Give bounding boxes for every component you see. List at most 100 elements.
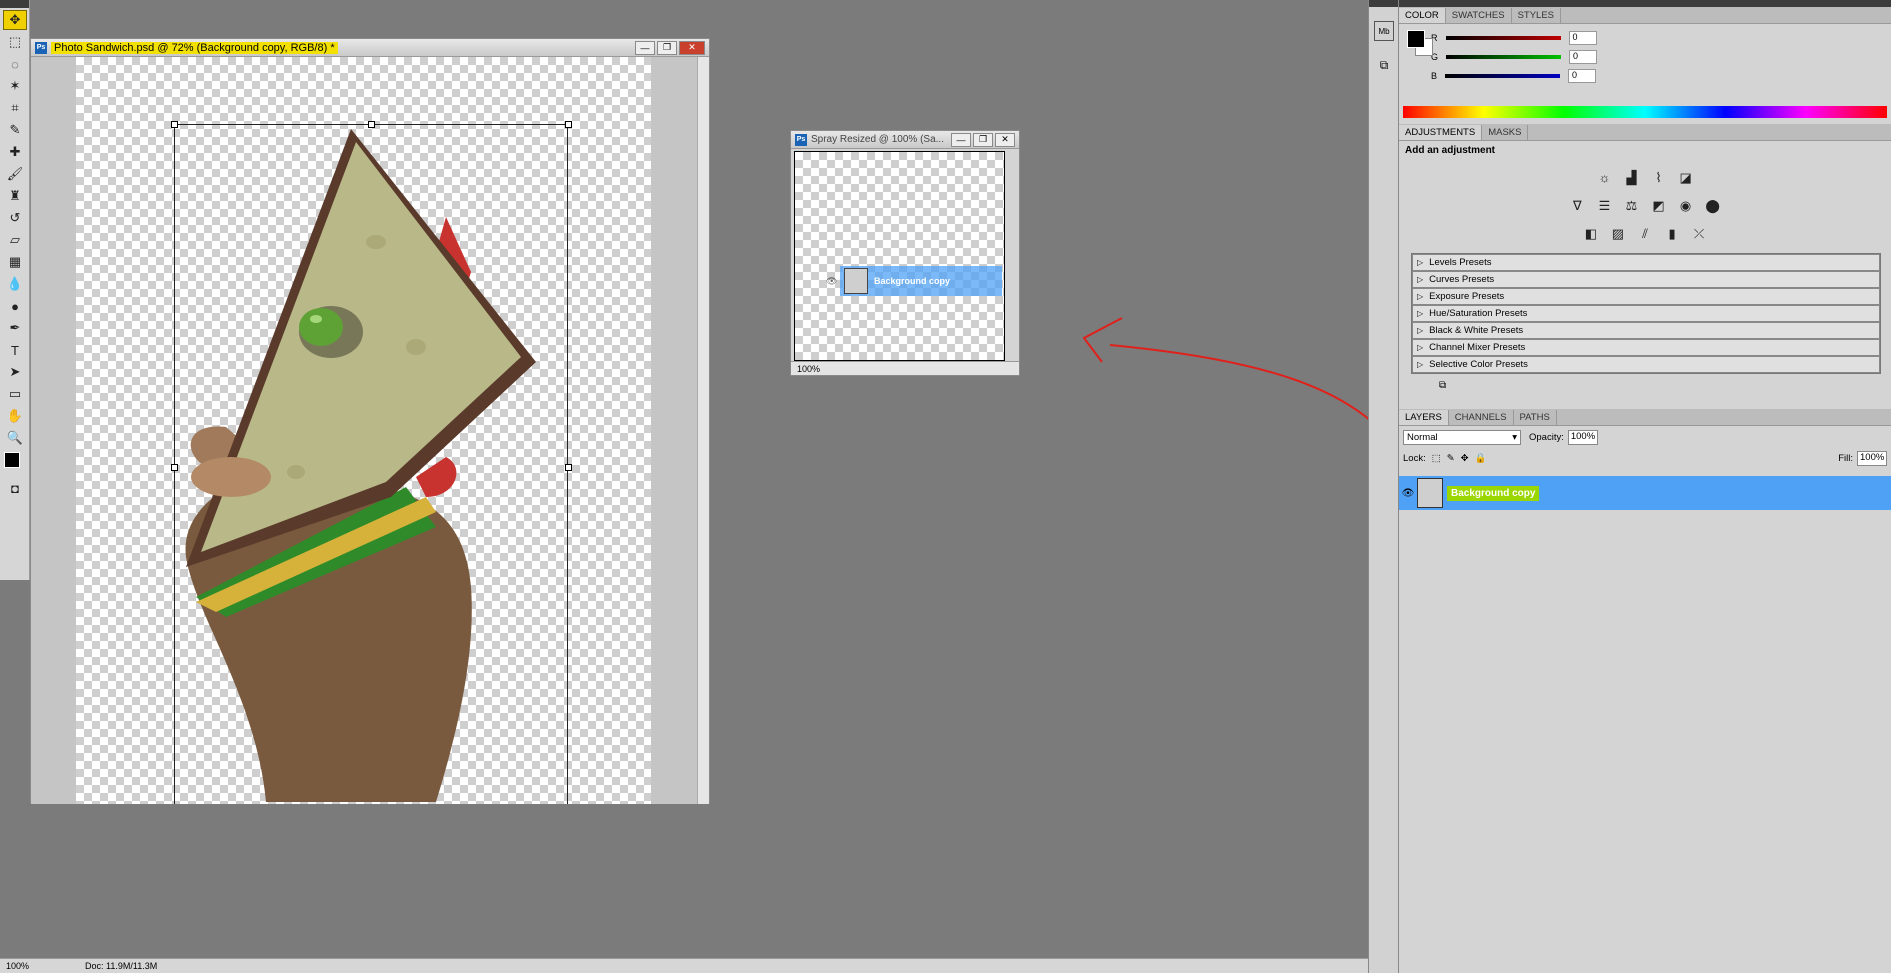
green-slider[interactable] xyxy=(1446,54,1562,59)
quick-mask-icon[interactable]: ◘ xyxy=(3,478,27,498)
document-window-photo-sandwich[interactable]: Ps Photo Sandwich.psd @ 72% (Background … xyxy=(30,38,710,804)
minimize-button[interactable]: — xyxy=(951,132,971,147)
exposure-icon[interactable]: ◪ xyxy=(1676,169,1696,187)
green-value[interactable]: 0 xyxy=(1569,49,1598,64)
preset-curves[interactable]: ▷ Curves Presets xyxy=(1412,270,1880,288)
maximize-button[interactable]: ❐ xyxy=(657,40,677,55)
preset-black-white[interactable]: ▷ Black & White Presets xyxy=(1412,321,1880,339)
fill-input[interactable]: 100% xyxy=(1857,451,1887,466)
hue-saturation-icon[interactable]: ☰ xyxy=(1594,197,1614,215)
lock-position-icon[interactable]: ✥ xyxy=(1461,453,1469,464)
document-title: Spray Resized @ 100% (Sa... xyxy=(811,134,944,145)
brightness-contrast-icon[interactable]: ☼ xyxy=(1594,168,1614,186)
clone-stamp-tool-icon[interactable]: ♜ xyxy=(3,186,27,206)
panel-dock: COLOR SWATCHES STYLES R 0 G 0 B 0 ADJUST… xyxy=(1398,0,1891,973)
eye-icon[interactable]: 👁 xyxy=(1399,488,1417,499)
path-selection-tool-icon[interactable]: ➤ xyxy=(3,362,27,382)
dragged-layer-ghost[interactable]: 👁 Background copy xyxy=(826,266,1002,296)
canvas[interactable] xyxy=(76,57,651,804)
tab-adjustments[interactable]: ADJUSTMENTS xyxy=(1399,125,1483,140)
blue-slider-row: B 0 xyxy=(1399,66,1891,85)
eraser-tool-icon[interactable]: ▱ xyxy=(3,230,27,250)
brush-tool-icon[interactable]: 🖌 xyxy=(3,164,27,184)
gradient-tool-icon[interactable]: ▦ xyxy=(3,252,27,272)
gradient-map-icon[interactable]: ▮ xyxy=(1662,225,1682,243)
magic-wand-tool-icon[interactable]: ✶ xyxy=(3,76,27,96)
levels-icon[interactable]: ▟ xyxy=(1621,169,1641,187)
document-titlebar[interactable]: Ps Photo Sandwich.psd @ 72% (Background … xyxy=(31,39,709,57)
tab-layers[interactable]: LAYERS xyxy=(1399,410,1449,425)
tab-swatches[interactable]: SWATCHES xyxy=(1446,8,1512,23)
document-title: Photo Sandwich.psd @ 72% (Background cop… xyxy=(51,41,338,54)
tab-color[interactable]: COLOR xyxy=(1399,8,1446,23)
crop-tool-icon[interactable]: ⌗ xyxy=(3,98,27,118)
zoom-tool-icon[interactable]: 🔍 xyxy=(3,428,27,448)
channel-mixer-icon[interactable]: ⬤ xyxy=(1703,197,1723,215)
adjustments-footer-icon[interactable]: ⧉ xyxy=(1439,380,1891,391)
tab-styles[interactable]: STYLES xyxy=(1512,8,1562,23)
move-tool-icon[interactable]: ✥ xyxy=(3,10,27,30)
blue-value[interactable]: 0 xyxy=(1568,68,1597,83)
tab-channels[interactable]: CHANNELS xyxy=(1449,410,1514,425)
history-icon[interactable]: ⧉ xyxy=(1374,55,1394,75)
pen-tool-icon[interactable]: ✒ xyxy=(3,318,27,338)
curves-icon[interactable]: ⌇ xyxy=(1649,169,1669,187)
foreground-color-swatch[interactable] xyxy=(1407,30,1425,48)
red-value[interactable]: 0 xyxy=(1568,30,1597,45)
tab-paths[interactable]: PATHS xyxy=(1514,410,1557,425)
zoom-level[interactable]: 100% xyxy=(791,364,826,374)
preset-selective-color[interactable]: ▷ Selective Color Presets xyxy=(1412,355,1880,373)
preset-hue-saturation[interactable]: ▷ Hue/Saturation Presets xyxy=(1412,304,1880,322)
photo-filter-icon[interactable]: ◉ xyxy=(1676,197,1696,215)
close-button[interactable]: ✕ xyxy=(995,132,1015,147)
dock-grip[interactable] xyxy=(1399,0,1891,7)
document-titlebar[interactable]: Ps Spray Resized @ 100% (Sa... — ❐ ✕ xyxy=(791,131,1019,149)
selective-color-icon[interactable]: ⤫ xyxy=(1689,225,1709,243)
black-white-icon[interactable]: ◩ xyxy=(1649,197,1669,215)
eyedropper-tool-icon[interactable]: ✎ xyxy=(3,120,27,140)
annotation-arrow xyxy=(1082,317,1396,446)
lock-all-icon[interactable]: 🔒 xyxy=(1475,453,1487,464)
posterize-icon[interactable]: ▨ xyxy=(1608,225,1628,243)
lasso-tool-icon[interactable]: ◌ xyxy=(3,54,27,74)
document-window-spray-resized[interactable]: Ps Spray Resized @ 100% (Sa... — ❐ ✕ 👁 B… xyxy=(790,130,1020,376)
lock-image-icon[interactable]: ✎ xyxy=(1447,453,1455,464)
tab-masks[interactable]: MASKS xyxy=(1482,125,1529,140)
history-brush-tool-icon[interactable]: ↺ xyxy=(3,208,27,228)
preset-channel-mixer[interactable]: ▷ Channel Mixer Presets xyxy=(1412,338,1880,356)
preset-levels[interactable]: ▷ Levels Presets xyxy=(1412,253,1880,271)
marquee-tool-icon[interactable]: ⬚ xyxy=(3,32,27,52)
vertical-scrollbar[interactable] xyxy=(697,57,709,804)
color-spectrum[interactable] xyxy=(1403,106,1887,118)
dock-grip[interactable] xyxy=(1369,0,1398,7)
zoom-level[interactable]: 100% xyxy=(0,961,35,971)
blend-mode-select[interactable]: Normal ▾ xyxy=(1403,430,1521,445)
hand-tool-icon[interactable]: ✋ xyxy=(3,406,27,426)
mini-bridge-icon[interactable]: Mb xyxy=(1374,21,1394,41)
healing-brush-tool-icon[interactable]: ✚ xyxy=(3,142,27,162)
canvas[interactable]: 👁 Background copy xyxy=(794,151,1005,361)
preset-exposure[interactable]: ▷ Exposure Presets xyxy=(1412,287,1880,305)
lock-transparent-icon[interactable]: ⬚ xyxy=(1432,453,1441,464)
red-slider-row: R 0 xyxy=(1399,28,1891,47)
minimize-button[interactable]: — xyxy=(635,40,655,55)
foreground-color-swatch[interactable] xyxy=(4,452,20,468)
close-button[interactable]: ✕ xyxy=(679,40,705,55)
type-tool-icon[interactable]: T xyxy=(3,340,27,360)
invert-icon[interactable]: ◧ xyxy=(1581,225,1601,243)
opacity-input[interactable]: 100% xyxy=(1567,430,1598,445)
blur-tool-icon[interactable]: 💧 xyxy=(3,274,27,294)
vibrance-icon[interactable]: ∇ xyxy=(1567,197,1587,215)
layer-row[interactable]: 👁 Background copy xyxy=(1399,476,1891,510)
presets-list: ▷ Levels Presets ▷ Curves Presets ▷ Exposur… xyxy=(1411,252,1881,374)
color-balance-icon[interactable]: ⚖ xyxy=(1621,197,1641,215)
canvas-area[interactable] xyxy=(31,57,697,804)
shape-tool-icon[interactable]: ▭ xyxy=(3,384,27,404)
blue-slider[interactable] xyxy=(1445,73,1561,78)
dodge-tool-icon[interactable]: ● xyxy=(3,296,27,316)
red-slider[interactable] xyxy=(1445,35,1561,40)
tools-panel-grip[interactable] xyxy=(0,0,29,8)
maximize-button[interactable]: ❐ xyxy=(973,132,993,147)
layer-name[interactable]: Background copy xyxy=(1447,485,1540,501)
threshold-icon[interactable]: ⫽ xyxy=(1635,225,1655,243)
